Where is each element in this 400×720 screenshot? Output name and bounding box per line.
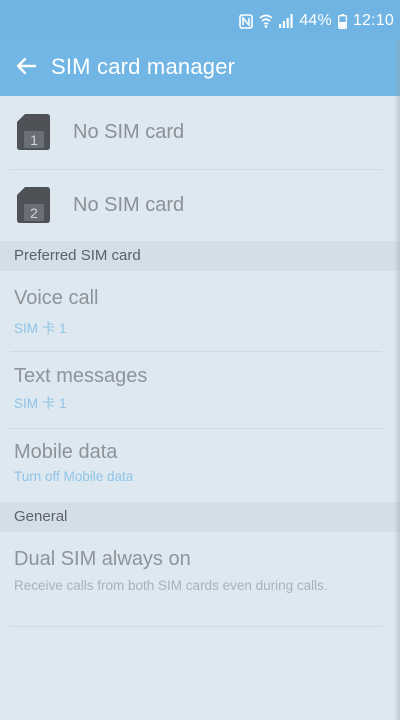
page-title: SIM card manager xyxy=(51,54,236,79)
section-header-label: General xyxy=(14,508,68,525)
text-messages-value: SIM 卡 1 xyxy=(14,396,67,411)
settings-list: 1 No SIM card 2 No SIM card Preferred SI… xyxy=(0,96,400,720)
screen: 44% 12:10 SIM card manager 1 No SIM card… xyxy=(0,0,400,720)
signal-icon xyxy=(279,14,293,28)
screen-edge-shade xyxy=(394,40,400,720)
dual-sim-always-on-title: Dual SIM always on xyxy=(14,548,191,570)
text-messages-row[interactable]: Text messages SIM 卡 1 xyxy=(0,352,400,428)
status-bar: 44% 12:10 xyxy=(0,0,400,40)
sim-card-2-icon: 2 xyxy=(17,187,51,228)
back-button[interactable] xyxy=(8,50,44,86)
nfc-icon xyxy=(239,13,254,29)
dual-sim-always-on-description: Receive calls from both SIM cards even d… xyxy=(14,578,328,593)
voice-call-title: Voice call xyxy=(14,287,99,309)
mobile-data-value: Turn off Mobile data xyxy=(14,469,134,484)
sim-slot-number: 1 xyxy=(30,132,38,148)
sim-slot-number: 2 xyxy=(30,205,38,221)
sim-card-1-label: No SIM card xyxy=(73,121,185,143)
mobile-data-row[interactable]: Mobile data Turn off Mobile data xyxy=(0,429,400,502)
wifi-icon xyxy=(259,13,273,29)
section-header-label: Preferred SIM card xyxy=(14,247,141,264)
voice-call-row[interactable]: Voice call SIM 卡 1 xyxy=(0,271,400,351)
back-arrow-icon xyxy=(15,57,37,80)
battery-percent: 44% xyxy=(299,12,332,29)
dual-sim-always-on-row[interactable]: Dual SIM always on Receive calls from bo… xyxy=(0,532,400,626)
sim-card-2-label: No SIM card xyxy=(73,194,185,216)
section-header-general: General xyxy=(0,502,400,532)
sim-card-1-row[interactable]: 1 No SIM card xyxy=(0,96,400,168)
mobile-data-title: Mobile data xyxy=(14,441,118,463)
sim-card-2-row[interactable]: 2 No SIM card xyxy=(0,170,400,242)
divider xyxy=(10,626,382,627)
battery-icon xyxy=(338,13,347,29)
voice-call-value: SIM 卡 1 xyxy=(14,321,67,336)
app-bar: SIM card manager xyxy=(0,40,400,96)
clock: 12:10 xyxy=(352,12,394,29)
sim-card-1-icon: 1 xyxy=(17,114,51,155)
section-header-preferred: Preferred SIM card xyxy=(0,241,400,271)
text-messages-title: Text messages xyxy=(14,365,148,387)
status-icons: 44% 12:10 xyxy=(239,12,394,30)
